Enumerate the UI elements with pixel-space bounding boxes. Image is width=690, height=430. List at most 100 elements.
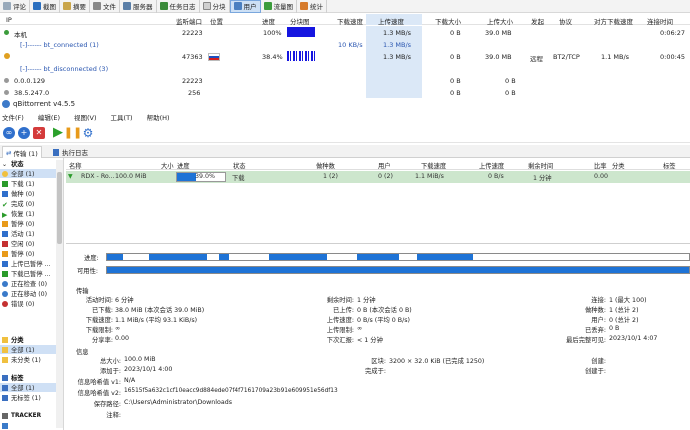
toolbar-files[interactable]: 文件 bbox=[90, 0, 120, 13]
status-dot-icon bbox=[4, 90, 9, 95]
qbittorrent-logo-icon bbox=[2, 100, 10, 108]
col-up-speed[interactable]: 上传速度 bbox=[366, 14, 422, 26]
category-all[interactable]: 全部 (1) bbox=[0, 345, 63, 354]
col-peers[interactable]: 用户 bbox=[378, 161, 391, 170]
add-torrent-icon[interactable]: + bbox=[18, 126, 30, 139]
download-limit-value: ∞ bbox=[115, 325, 121, 332]
pause-icon[interactable]: ❚❚ bbox=[64, 126, 82, 139]
filter-checking[interactable]: 正在检查 (0) bbox=[0, 279, 63, 288]
tab-transfers[interactable]: ⇄ 传输 (1) bbox=[2, 146, 42, 158]
toolbar-stats[interactable]: 统计 bbox=[297, 0, 327, 13]
col-peer-speed[interactable]: 对方下载速度 bbox=[594, 16, 633, 26]
info-hash-v1-value[interactable]: N/A bbox=[124, 377, 135, 384]
filter-moving[interactable]: 正在移动 (0) bbox=[0, 289, 63, 298]
col-size[interactable]: 大小 bbox=[161, 161, 174, 170]
sidebar-scrollbar[interactable] bbox=[56, 160, 63, 428]
col-piecemap[interactable]: 分块图 bbox=[290, 16, 310, 26]
col-initiator[interactable]: 发起 bbox=[531, 16, 544, 26]
panel-splitter[interactable] bbox=[66, 243, 690, 244]
col-up-size[interactable]: 上传大小 bbox=[487, 16, 513, 26]
delete-icon[interactable]: ✕ bbox=[33, 126, 45, 139]
menu-file[interactable]: 文件(F) bbox=[2, 112, 24, 122]
col-time[interactable]: 连接时间 bbox=[647, 16, 673, 26]
moving-icon bbox=[2, 290, 8, 297]
tag-section-header[interactable]: 标签 bbox=[0, 373, 63, 382]
filter-paused[interactable]: 暂停 (0) bbox=[0, 219, 63, 228]
col-down-speed[interactable]: 下载速度 bbox=[421, 161, 446, 170]
filter-upload-paused[interactable]: 上传已暂停 ... bbox=[0, 259, 63, 268]
tag-untagged[interactable]: 无标签 (1) bbox=[0, 393, 63, 402]
screenshot-icon bbox=[33, 2, 41, 10]
sidebar-scrollbar-thumb[interactable] bbox=[57, 172, 62, 244]
toolbar-pieces[interactable]: 分块 bbox=[200, 0, 230, 13]
play-icon: ▶ bbox=[2, 210, 8, 219]
toolbar-task-log[interactable]: 任务日志 bbox=[157, 0, 200, 13]
tab-execution-log[interactable]: 执行日志 bbox=[50, 146, 91, 158]
tag-all[interactable]: 全部 (1) bbox=[0, 383, 63, 392]
resume-icon[interactable]: ▶ bbox=[52, 125, 64, 140]
settings-gear-icon[interactable]: ⚙ bbox=[82, 126, 94, 140]
col-name[interactable]: 名称 bbox=[69, 161, 82, 170]
col-category[interactable]: 分类 bbox=[612, 161, 625, 170]
filter-stalled[interactable]: 暂停 (0) bbox=[0, 249, 63, 258]
toolbar-peers[interactable]: 用户 bbox=[229, 0, 261, 13]
col-ratio[interactable]: 比率 bbox=[594, 161, 607, 170]
server-icon bbox=[123, 2, 131, 10]
col-protocol[interactable]: 协议 bbox=[559, 16, 572, 26]
filter-active[interactable]: 活动 (1) bbox=[0, 229, 63, 238]
col-seeds[interactable]: 做种数 bbox=[316, 161, 335, 170]
filter-downloading[interactable]: 下载 (1) bbox=[0, 179, 63, 188]
menu-tools[interactable]: 工具(T) bbox=[111, 112, 133, 122]
folder-icon bbox=[2, 356, 8, 363]
add-link-icon[interactable]: ∞ bbox=[3, 126, 15, 139]
menu-help[interactable]: 帮助(H) bbox=[147, 112, 170, 122]
tracker-item[interactable] bbox=[0, 421, 63, 430]
torrent-row[interactable]: ▼ RDX - Ro... 100.0 MiB 39.0% 下载 1 (2) 0… bbox=[66, 171, 690, 183]
toolbar-screenshot[interactable]: 截图 bbox=[30, 0, 60, 13]
col-eta[interactable]: 剩余时间 bbox=[528, 161, 553, 170]
filter-sidebar: ⌄ 状态 全部 (1) 下载 (1) 做种 (0) ✔ 完成 (0) ▶ 恢复 (1)… bbox=[0, 158, 64, 430]
category-uncategorized[interactable]: 未分类 (1) bbox=[0, 355, 63, 364]
menu-edit[interactable]: 编辑(E) bbox=[38, 112, 60, 122]
share-ratio-value: 0.00 bbox=[115, 335, 130, 342]
piece-map-bar bbox=[287, 51, 315, 61]
toolbar-comment[interactable]: 评论 bbox=[0, 0, 30, 13]
col-location[interactable]: 位置 bbox=[210, 16, 223, 26]
category-section-header[interactable]: 分类 bbox=[0, 335, 63, 344]
col-progress[interactable]: 进度 bbox=[177, 161, 190, 170]
pieces-progress-strip bbox=[106, 253, 690, 261]
col-progress[interactable]: 进度 bbox=[262, 16, 275, 26]
filter-all[interactable]: 全部 (1) bbox=[0, 169, 63, 178]
col-up-speed[interactable]: 上传速度 bbox=[479, 161, 504, 170]
filter-resumed[interactable]: ▶ 恢复 (1) bbox=[0, 209, 63, 219]
status-section-header[interactable]: ⌄ 状态 bbox=[0, 159, 63, 169]
col-down-size[interactable]: 下载大小 bbox=[435, 16, 461, 26]
filter-seeding[interactable]: 做种 (0) bbox=[0, 189, 63, 198]
filter-completed[interactable]: ✔ 完成 (0) bbox=[0, 199, 63, 209]
upload-paused-icon bbox=[2, 260, 8, 267]
col-ip[interactable]: IP bbox=[6, 16, 12, 24]
transfer-icon: ⇄ bbox=[6, 148, 12, 157]
last-complete-value: 2023/10/1 4:07 bbox=[609, 335, 658, 342]
stats-icon bbox=[300, 2, 308, 10]
save-path-value[interactable]: C:\Users\Administrator\Downloads bbox=[124, 399, 232, 406]
status-dot-icon bbox=[4, 30, 9, 35]
toolbar-summary[interactable]: 摘要 bbox=[60, 0, 90, 13]
filter-download-paused[interactable]: 下载已暂停 ... bbox=[0, 269, 63, 278]
tracker-item-icon bbox=[2, 422, 8, 429]
tag-icon bbox=[2, 394, 8, 401]
filter-inactive[interactable]: 空闲 (0) bbox=[0, 239, 63, 248]
col-tags[interactable]: 标签 bbox=[663, 161, 676, 170]
col-status[interactable]: 状态 bbox=[233, 161, 246, 170]
info-hash-v2-value[interactable]: 16515f5a632c1cf10eacc9d884ede07f4f716170… bbox=[124, 388, 338, 394]
tracker-section-header[interactable]: TRACKER bbox=[0, 411, 63, 420]
col-down-speed[interactable]: 下载速度 bbox=[337, 16, 363, 26]
col-port[interactable]: 监听端口 bbox=[176, 16, 202, 26]
menu-view[interactable]: 视图(V) bbox=[74, 112, 97, 122]
upload-speed-value: 0 B/s (平均 0 B/s) bbox=[357, 317, 410, 324]
toolbar-traffic-graph[interactable]: 流量图 bbox=[261, 0, 297, 13]
toolbar-server[interactable]: 服务器 bbox=[120, 0, 157, 13]
filter-error[interactable]: 错误 (0) bbox=[0, 299, 63, 308]
window-title: qBittorrent v4.5.5 bbox=[13, 100, 76, 108]
tag-icon bbox=[2, 384, 8, 391]
